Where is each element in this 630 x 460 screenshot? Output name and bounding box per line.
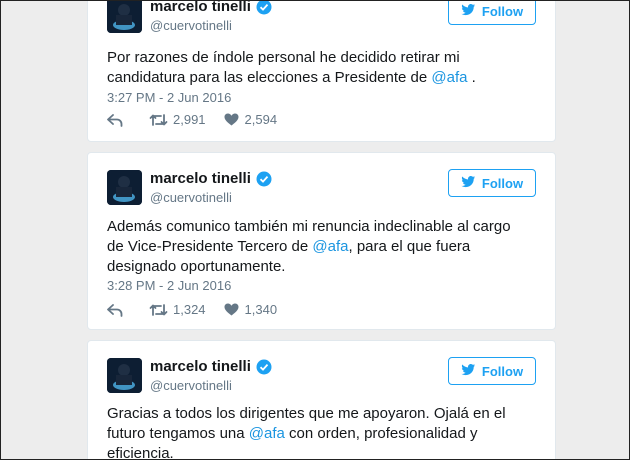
retweet-button[interactable]: 2,991 xyxy=(149,112,206,127)
follow-label: Follow xyxy=(481,363,524,379)
like-count: 2,594 xyxy=(244,112,278,127)
reply-icon[interactable] xyxy=(107,113,125,127)
twitter-bird-icon xyxy=(461,3,476,19)
tweet-card[interactable]: marcelo tinelli @cuervotinelli Follow Po… xyxy=(87,0,556,142)
mention-link[interactable]: @afa xyxy=(312,238,348,255)
avatar[interactable] xyxy=(107,170,142,205)
verified-badge-icon xyxy=(256,0,272,15)
user-handle[interactable]: @cuervotinelli xyxy=(150,18,272,33)
twitter-bird-icon xyxy=(461,363,476,379)
like-button[interactable]: 2,594 xyxy=(224,112,278,127)
mention-link[interactable]: @afa xyxy=(249,425,285,442)
follow-button[interactable]: Follow xyxy=(448,357,536,385)
reply-icon[interactable] xyxy=(107,303,125,317)
tweet-timestamp[interactable]: 3:28 PM - 2 Jun 2016 xyxy=(107,278,231,293)
heart-icon xyxy=(224,113,239,126)
like-button[interactable]: 1,340 xyxy=(224,302,278,317)
verified-badge-icon xyxy=(256,171,272,187)
like-count: 1,340 xyxy=(244,302,278,317)
verified-badge-icon xyxy=(256,359,272,375)
user-handle[interactable]: @cuervotinelli xyxy=(150,190,272,205)
tweet-text: Por razones de índole personal he decidi… xyxy=(107,48,527,88)
display-name[interactable]: marcelo tinelli xyxy=(150,0,251,15)
twitter-bird-icon xyxy=(461,175,476,191)
retweet-count: 1,324 xyxy=(173,302,206,317)
avatar[interactable] xyxy=(107,358,142,393)
tweet-text: Gracias a todos los dirigentes que me ap… xyxy=(107,404,527,460)
tweet-text-tail: . xyxy=(467,69,476,86)
tweet-text-body: Por razones de índole personal he decidi… xyxy=(107,49,460,86)
retweet-count: 2,991 xyxy=(173,112,206,127)
follow-button[interactable]: Follow xyxy=(448,169,536,197)
mention-link[interactable]: @afa xyxy=(431,69,467,86)
retweet-icon xyxy=(149,113,168,126)
display-name[interactable]: marcelo tinelli xyxy=(150,170,251,187)
user-handle[interactable]: @cuervotinelli xyxy=(150,378,272,393)
follow-label: Follow xyxy=(481,3,524,19)
tweet-timestamp[interactable]: 3:27 PM - 2 Jun 2016 xyxy=(107,90,231,105)
tweet-card[interactable]: marcelo tinelli @cuervotinelli Follow Gr… xyxy=(87,340,556,460)
avatar[interactable] xyxy=(107,0,142,33)
retweet-icon xyxy=(149,303,168,316)
display-name[interactable]: marcelo tinelli xyxy=(150,358,251,375)
tweet-text: Además comunico también mi renuncia inde… xyxy=(107,217,527,277)
tweet-card[interactable]: marcelo tinelli @cuervotinelli Follow Ad… xyxy=(87,152,556,330)
follow-button[interactable]: Follow xyxy=(448,0,536,25)
retweet-button[interactable]: 1,324 xyxy=(149,302,206,317)
heart-icon xyxy=(224,303,239,316)
follow-label: Follow xyxy=(481,175,524,191)
